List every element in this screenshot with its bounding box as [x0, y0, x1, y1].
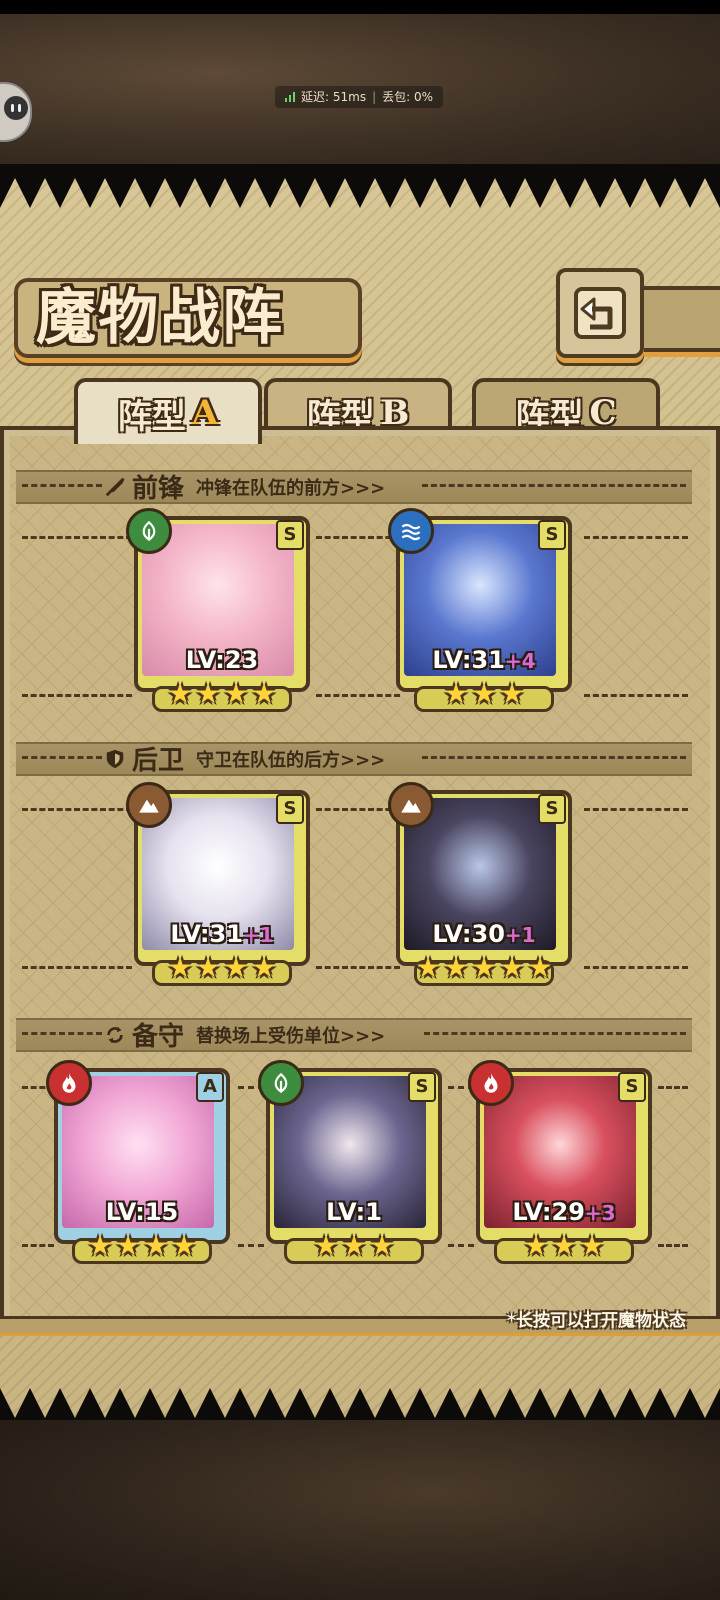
long-press-hint: *长按可以打开魔物状态 [507, 1311, 686, 1331]
star-icon: ★ [195, 677, 221, 710]
level-label: LV:23 [185, 646, 259, 674]
robot-face-icon [4, 96, 28, 120]
divider: | [372, 90, 377, 104]
section-vanguard-title: 前锋 冲锋在队伍的前方>>> [104, 468, 385, 505]
monster-card[interactable]: S LV:29+3 ★ ★ ★ [468, 1060, 652, 1264]
sword-icon [105, 477, 125, 496]
signal-icon [285, 92, 295, 102]
rank-badge: S [276, 794, 304, 824]
monster-card[interactable]: S LV:23 ★ ★ ★ ★ [126, 508, 310, 712]
star-icon: ★ [223, 951, 249, 984]
star-icon: ★ [341, 1229, 367, 1262]
return-arrow-icon [574, 287, 626, 339]
star-icon: ★ [443, 951, 469, 984]
monster-card[interactable]: S LV:1 ★ ★ ★ [258, 1060, 442, 1264]
star-rating: ★ ★ ★ ★ [134, 677, 310, 712]
element-fire-icon [46, 1060, 92, 1106]
swap-icon [107, 1026, 123, 1043]
star-rating: ★ ★ ★ [396, 677, 572, 712]
packet-loss-label: 丢包: 0% [382, 90, 434, 104]
star-icon: ★ [251, 677, 277, 710]
star-icon: ★ [369, 1229, 395, 1262]
rank-badge: S [276, 520, 304, 550]
star-icon: ★ [171, 1229, 197, 1262]
section-reserve-title: 备守 替换场上受伤单位>>> [104, 1016, 385, 1053]
level-label: LV:15 [105, 1198, 179, 1226]
star-icon: ★ [527, 951, 553, 984]
formation-roster: 前锋 冲锋在队伍的前方>>> S LV:23 ★ ★ ★ ★ S LV:31+4 ★ ★… [0, 426, 720, 1326]
star-icon: ★ [499, 951, 525, 984]
rank-badge: S [538, 794, 566, 824]
star-icon: ★ [471, 677, 497, 710]
rank-badge: A [196, 1072, 224, 1102]
monster-card[interactable]: S LV:31+1 ★ ★ ★ ★ [126, 782, 310, 986]
rank-badge: S [538, 520, 566, 550]
star-rating: ★ ★ ★ [266, 1229, 442, 1264]
level-label: LV:1 [326, 1198, 382, 1226]
element-earth-icon [126, 782, 172, 828]
element-wood-icon [258, 1060, 304, 1106]
star-icon: ★ [551, 1229, 577, 1262]
star-icon: ★ [313, 1229, 339, 1262]
star-icon: ★ [195, 951, 221, 984]
system-status-bar [0, 0, 720, 14]
network-status: 延迟: 51ms | 丢包: 0% [275, 86, 444, 108]
star-icon: ★ [167, 951, 193, 984]
star-icon: ★ [87, 1229, 113, 1262]
section-rearguard-title: 后卫 守卫在队伍的后方>>> [104, 740, 385, 777]
bottom-background [0, 1420, 720, 1600]
monster-card[interactable]: S LV:30+1 ★ ★ ★ ★ ★ [388, 782, 572, 986]
tab-letter: A [191, 393, 219, 433]
star-icon: ★ [115, 1229, 141, 1262]
element-wood-icon [126, 508, 172, 554]
monster-card[interactable]: A LV:15 ★ ★ ★ ★ [46, 1060, 230, 1264]
element-fire-icon [468, 1060, 514, 1106]
star-icon: ★ [167, 677, 193, 710]
section-name: 后卫 [132, 746, 185, 776]
star-icon: ★ [251, 951, 277, 984]
tab-label: 阵型 [117, 396, 186, 437]
element-water-icon [388, 508, 434, 554]
section-name: 前锋 [132, 474, 185, 504]
section-desc: 冲锋在队伍的前方>>> [196, 477, 386, 499]
section-desc: 替换场上受伤单位>>> [196, 1025, 386, 1047]
star-rating: ★ ★ ★ ★ [54, 1229, 230, 1264]
star-rating: ★ ★ ★ ★ [134, 951, 310, 986]
tab-letter: B [380, 393, 410, 433]
star-icon: ★ [523, 1229, 549, 1262]
element-earth-icon [388, 782, 434, 828]
page-title: 魔物战阵 [36, 283, 284, 353]
tab-letter: C [589, 393, 617, 433]
star-rating: ★ ★ ★ ★ ★ [396, 951, 572, 986]
star-icon: ★ [415, 951, 441, 984]
level-label: LV:30+1 [432, 920, 536, 948]
rank-badge: S [408, 1072, 436, 1102]
star-rating: ★ ★ ★ [476, 1229, 652, 1264]
latency-label: 延迟: 51ms [301, 90, 367, 104]
shield-icon [106, 749, 124, 768]
section-desc: 守卫在队伍的后方>>> [196, 749, 386, 771]
star-icon: ★ [471, 951, 497, 984]
rank-badge: S [618, 1072, 646, 1102]
star-icon: ★ [223, 677, 249, 710]
star-icon: ★ [499, 677, 525, 710]
back-button[interactable] [556, 268, 644, 358]
level-label: LV:31+1 [170, 920, 274, 948]
monster-card[interactable]: S LV:31+4 ★ ★ ★ [388, 508, 572, 712]
back-button-rail [636, 286, 720, 352]
level-label: LV:29+3 [512, 1198, 616, 1226]
tab-formation-a[interactable]: 阵型 A [74, 378, 262, 444]
section-name: 备守 [132, 1022, 185, 1052]
level-label: LV:31+4 [432, 646, 536, 674]
star-icon: ★ [143, 1229, 169, 1262]
star-icon: ★ [579, 1229, 605, 1262]
star-icon: ★ [443, 677, 469, 710]
